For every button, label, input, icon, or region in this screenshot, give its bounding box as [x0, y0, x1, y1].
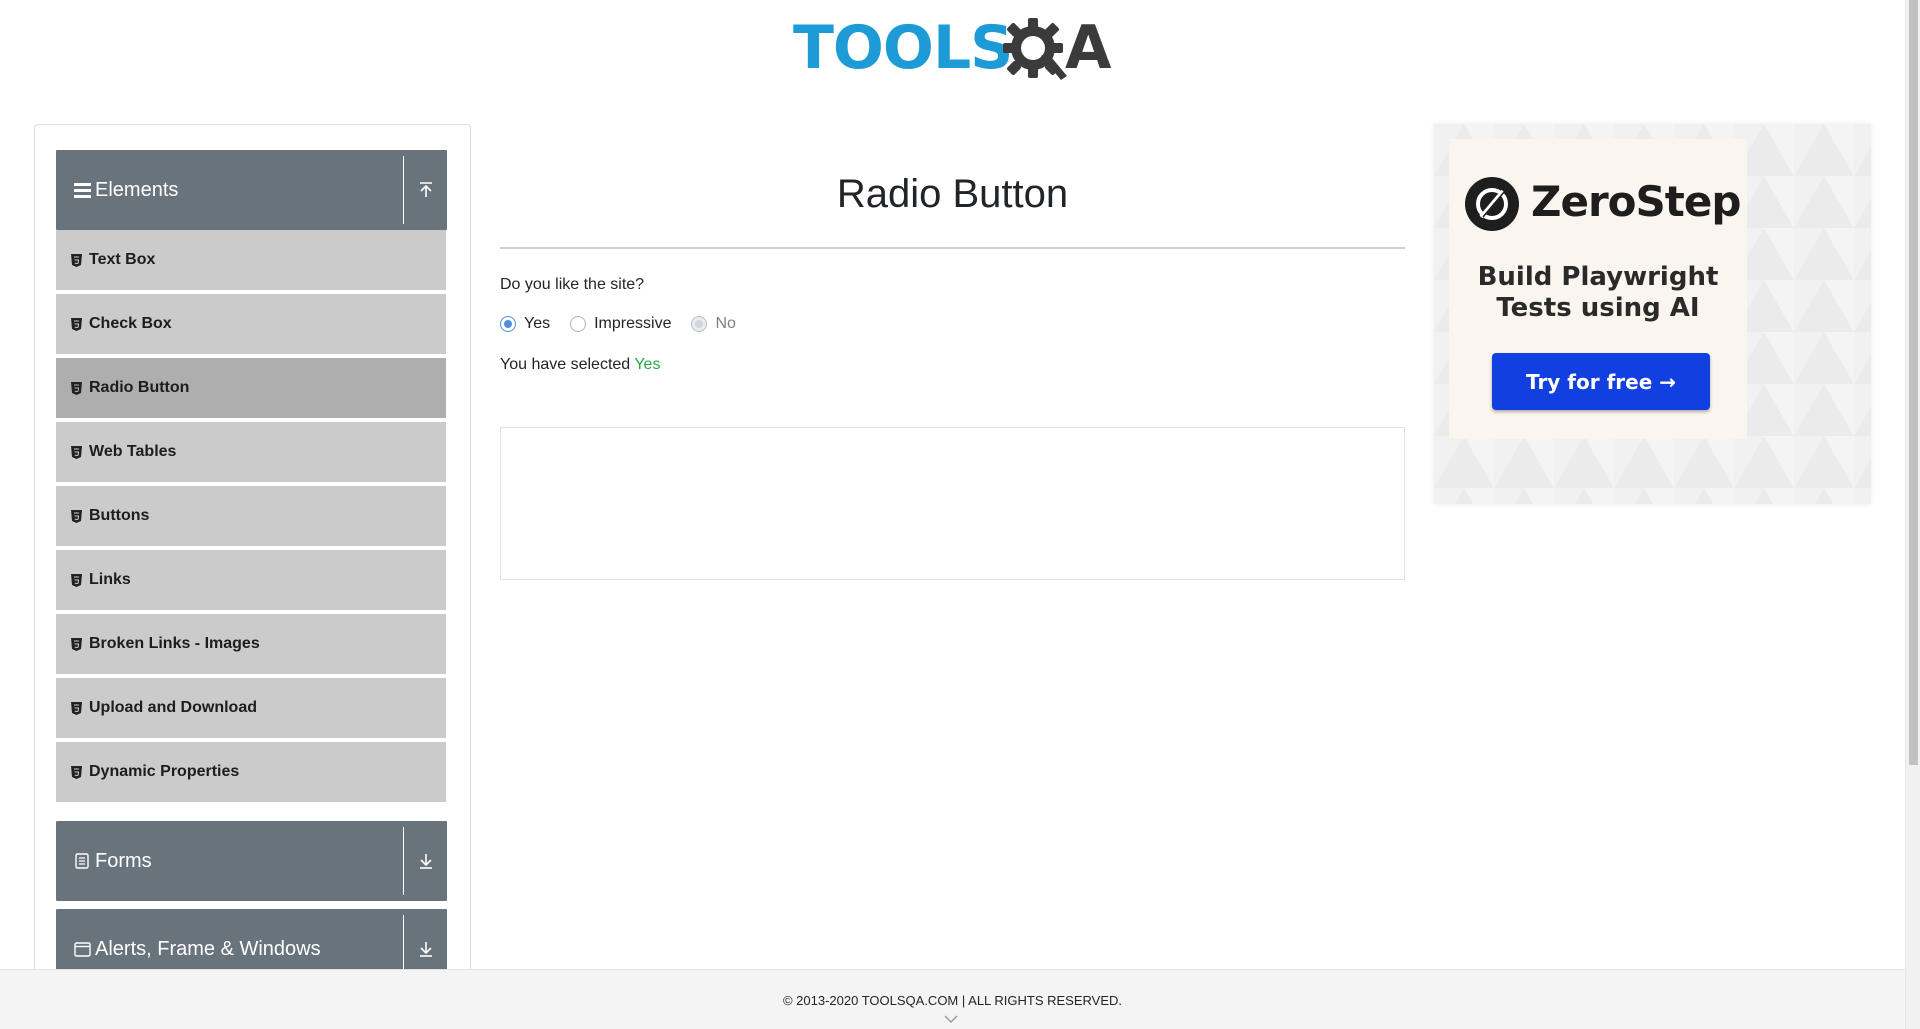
sidebar-item-label: Check Box: [89, 315, 172, 332]
html-icon: [71, 317, 83, 331]
selection-result-value: Yes: [634, 356, 661, 373]
radio-no-input: [691, 316, 708, 332]
html-icon: [71, 701, 83, 715]
page-scrollbar[interactable]: [1905, 0, 1920, 1029]
radio-impressive[interactable]: Impressive: [570, 315, 671, 333]
group-header-forms[interactable]: Forms: [56, 821, 447, 901]
toolsqa-logo[interactable]: TOOLS A: [793, 14, 1117, 92]
zerostep-logo-icon: [1465, 177, 1519, 231]
collapse-up-icon[interactable]: [403, 156, 447, 224]
document-icon: [73, 852, 91, 870]
selection-result: You have selected Yes: [500, 356, 660, 374]
sidebar-item-check-box[interactable]: Check Box: [56, 294, 446, 356]
ad-tagline-line1: Build Playwright: [1477, 262, 1719, 292]
html-icon: [71, 253, 83, 267]
sidebar-item-label: Dynamic Properties: [89, 763, 240, 780]
sidebar-item-label: Web Tables: [89, 443, 177, 460]
sidebar-item-text-box[interactable]: Text Box: [56, 230, 446, 292]
radio-impressive-input[interactable]: [570, 316, 587, 332]
ad-brand: ZeroStep: [1531, 177, 1741, 226]
left-sidebar: Elements Text Box Check Box Radio Button…: [34, 124, 471, 1029]
sidebar-item-buttons[interactable]: Buttons: [56, 486, 446, 548]
page-title: Radio Button: [836, 172, 1069, 216]
sidebar-item-broken-links[interactable]: Broken Links - Images: [56, 614, 446, 676]
title-divider: [500, 247, 1405, 249]
radio-no-label: No: [715, 315, 736, 332]
group-header-elements[interactable]: Elements: [56, 150, 447, 230]
selection-result-prefix: You have selected: [500, 356, 635, 373]
sidebar-item-label: Radio Button: [89, 379, 190, 396]
radio-no: No: [691, 315, 736, 333]
html-icon: [71, 637, 83, 651]
ad-card: ZeroStep Build Playwright Tests using AI…: [1449, 139, 1747, 439]
zerostep-ad[interactable]: ZeroStep Build Playwright Tests using AI…: [1434, 124, 1871, 504]
footer-copyright: © 2013-2020 TOOLSQA.COM | ALL RIGHTS RES…: [782, 993, 1123, 1008]
radio-yes[interactable]: Yes: [500, 315, 550, 333]
sidebar-item-dynamic-properties[interactable]: Dynamic Properties: [56, 742, 446, 804]
sidebar-item-upload-download[interactable]: Upload and Download: [56, 678, 446, 740]
sidebar-item-links[interactable]: Links: [56, 550, 446, 612]
html-icon: [71, 445, 83, 459]
html-icon: [71, 573, 83, 587]
window-icon: [73, 940, 91, 958]
html-icon: [71, 509, 83, 523]
group-title: Forms: [95, 849, 152, 872]
ad-tagline: Build Playwright Tests using AI: [1449, 262, 1747, 324]
try-for-free-button[interactable]: Try for free →: [1492, 353, 1710, 410]
site-header: TOOLS A: [0, 0, 1905, 110]
sidebar-item-label: Text Box: [89, 251, 156, 268]
logo-text-a: A: [1065, 13, 1112, 83]
radio-group: Yes Impressive No: [500, 315, 756, 333]
sidebar-item-label: Upload and Download: [89, 699, 257, 716]
radio-yes-input[interactable]: [500, 316, 516, 332]
html-icon: [71, 765, 83, 779]
radio-impressive-label[interactable]: Impressive: [594, 315, 671, 333]
main-content: Radio Button Do you like the site? Yes I…: [500, 124, 1405, 1029]
sidebar-item-web-tables[interactable]: Web Tables: [56, 422, 446, 484]
sidebar-item-label: Buttons: [89, 507, 150, 524]
ad-tagline-line2: Tests using AI: [1496, 293, 1700, 323]
html-icon: [71, 381, 83, 395]
question-text: Do you like the site?: [500, 276, 645, 293]
ad-placeholder: [500, 427, 1405, 580]
gear-magnifier-icon: [1003, 18, 1067, 80]
group-title: Alerts, Frame & Windows: [95, 937, 321, 960]
chevron-down-icon[interactable]: [944, 1014, 958, 1024]
expand-down-icon[interactable]: [403, 827, 447, 895]
hamburger-icon: [73, 181, 91, 199]
logo-text-tools: TOOLS: [793, 13, 1013, 83]
sidebar-item-label: Broken Links - Images: [89, 635, 260, 652]
sidebar-item-radio-button[interactable]: Radio Button: [56, 358, 446, 420]
group-title: Elements: [95, 178, 179, 201]
sidebar-item-label: Links: [89, 571, 131, 588]
site-footer: © 2013-2020 TOOLSQA.COM | ALL RIGHTS RES…: [0, 969, 1905, 1029]
radio-yes-label[interactable]: Yes: [524, 315, 550, 333]
scrollbar-thumb[interactable]: [1909, 0, 1918, 765]
